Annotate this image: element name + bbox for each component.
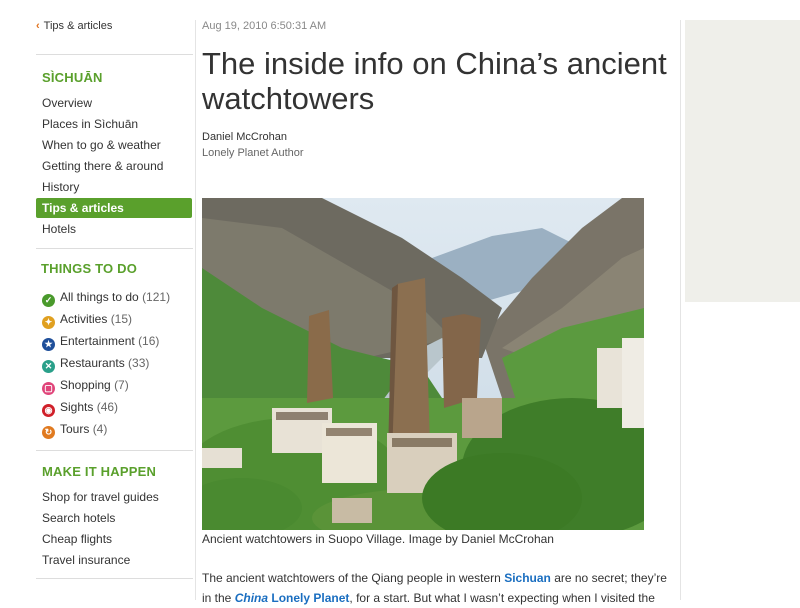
article-paragraph: The ancient watchtowers of the Qiang peo… xyxy=(202,571,667,605)
link-sichuan[interactable]: Sichuan xyxy=(504,571,551,585)
todo-activities[interactable]: ✦ Activities (15) xyxy=(42,312,132,329)
link-travel-insurance[interactable]: Travel insurance xyxy=(42,553,130,567)
nav-places[interactable]: Places in Sìchuān xyxy=(42,117,138,131)
divider xyxy=(36,54,193,55)
nav-getting-there[interactable]: Getting there & around xyxy=(42,159,163,173)
article-photo xyxy=(202,198,644,530)
column-divider xyxy=(680,20,681,600)
link-cheap-flights[interactable]: Cheap flights xyxy=(42,532,112,546)
right-ad-panel xyxy=(685,20,800,302)
todo-all[interactable]: ✓ All things to do (121) xyxy=(42,290,170,307)
nav-when-to-go[interactable]: When to go & weather xyxy=(42,138,161,152)
divider xyxy=(36,578,193,579)
nav-history[interactable]: History xyxy=(42,180,79,194)
nav-tips-articles[interactable]: Tips & articles xyxy=(36,198,192,218)
todo-shopping[interactable]: ▢ Shopping (7) xyxy=(42,378,129,395)
todo-restaurants[interactable]: ✕ Restaurants (33) xyxy=(42,356,149,373)
link-search-hotels[interactable]: Search hotels xyxy=(42,511,115,525)
todo-sights[interactable]: ◉ Sights (46) xyxy=(42,400,118,417)
link-lonely-planet[interactable]: Lonely Planet xyxy=(271,591,349,605)
tours-icon: ↻ xyxy=(42,426,55,439)
divider xyxy=(36,248,193,249)
divider xyxy=(36,450,193,451)
activities-icon: ✦ xyxy=(42,316,55,329)
link-china[interactable]: China xyxy=(235,591,268,605)
cutlery-icon: ✕ xyxy=(42,360,55,373)
chevron-left-icon: ‹ xyxy=(36,20,40,32)
eye-icon: ◉ xyxy=(42,404,55,417)
author-name[interactable]: Daniel McCrohan xyxy=(202,131,287,143)
todo-tours[interactable]: ↻ Tours (4) xyxy=(42,422,107,439)
make-it-happen-title: MAKE IT HAPPEN xyxy=(42,464,157,479)
nav-overview[interactable]: Overview xyxy=(42,96,92,110)
check-icon: ✓ xyxy=(42,294,55,307)
link-travel-guides[interactable]: Shop for travel guides xyxy=(42,490,159,504)
star-icon: ★ xyxy=(42,338,55,351)
bag-icon: ▢ xyxy=(42,382,55,395)
column-divider xyxy=(195,20,196,600)
todo-entertainment[interactable]: ★ Entertainment (16) xyxy=(42,334,159,351)
article-timestamp: Aug 19, 2010 6:50:31 AM xyxy=(202,20,327,32)
things-to-do-title: THINGS TO DO xyxy=(41,261,138,276)
nav-hotels[interactable]: Hotels xyxy=(42,222,76,236)
back-link[interactable]: ‹ Tips & articles xyxy=(36,20,112,32)
article-title: The inside info on China’s ancient watch… xyxy=(202,46,667,116)
region-title: SÌCHUĀN xyxy=(42,70,103,85)
author-role: Lonely Planet Author xyxy=(202,147,304,159)
photo-caption: Ancient watchtowers in Suopo Village. Im… xyxy=(202,532,554,546)
